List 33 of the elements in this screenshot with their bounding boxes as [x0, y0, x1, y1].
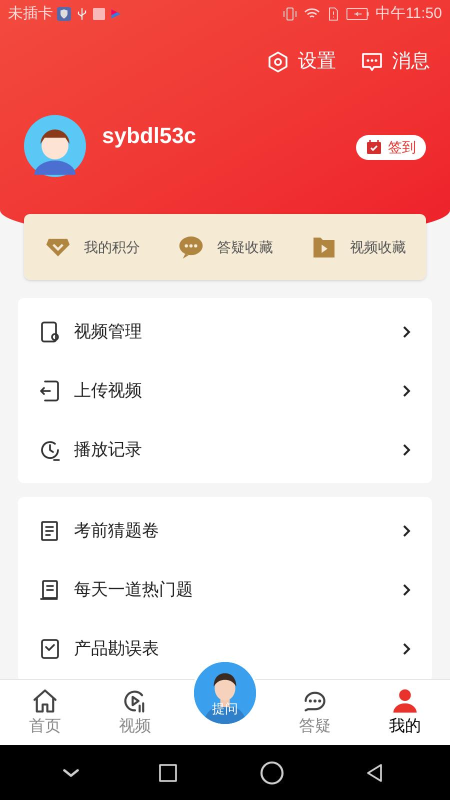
- chevron-down-icon: [62, 768, 79, 778]
- upload-icon: [38, 378, 62, 402]
- battery-icon: [346, 7, 370, 21]
- shortcut-item[interactable]: 我的积分: [44, 233, 140, 261]
- calendar-check-icon: [366, 139, 382, 155]
- username: sybdl53c: [102, 122, 196, 150]
- clock-text: 中午11:50: [376, 4, 442, 24]
- messages-button[interactable]: 消息: [360, 48, 430, 76]
- menu-item[interactable]: 视频管理: [18, 302, 432, 361]
- home-icon: [31, 686, 59, 714]
- tab-item[interactable]: 答疑: [270, 680, 360, 745]
- tab-item[interactable]: 我的: [360, 680, 450, 745]
- person-icon: [391, 686, 419, 714]
- menu-item[interactable]: 播放记录: [18, 420, 432, 479]
- tab-item[interactable]: 视频: [90, 680, 180, 745]
- carrier-text: 未插卡: [8, 4, 53, 24]
- check-in-button[interactable]: 签到: [356, 134, 426, 160]
- menu-item[interactable]: 每天一道热门题: [18, 560, 432, 619]
- usb-icon: [75, 7, 89, 21]
- app-logo-icon: [109, 7, 123, 21]
- shortcut-item[interactable]: 答疑收藏: [177, 233, 273, 261]
- menu-item[interactable]: 上传视频: [18, 361, 432, 420]
- avatar: [24, 114, 86, 176]
- shield-icon: [57, 7, 71, 21]
- checklist-icon: [38, 636, 62, 660]
- tab-item[interactable]: 首页: [0, 680, 90, 745]
- ask-button[interactable]: 提问: [192, 660, 258, 726]
- settings-button[interactable]: 设置: [266, 48, 336, 76]
- vibrate-icon: [282, 6, 298, 22]
- shortcut-item[interactable]: 视频收藏: [310, 233, 406, 261]
- settings-icon: [266, 50, 290, 74]
- menu-item[interactable]: 考前猜题卷: [18, 501, 432, 560]
- home-circle-icon: [258, 758, 286, 786]
